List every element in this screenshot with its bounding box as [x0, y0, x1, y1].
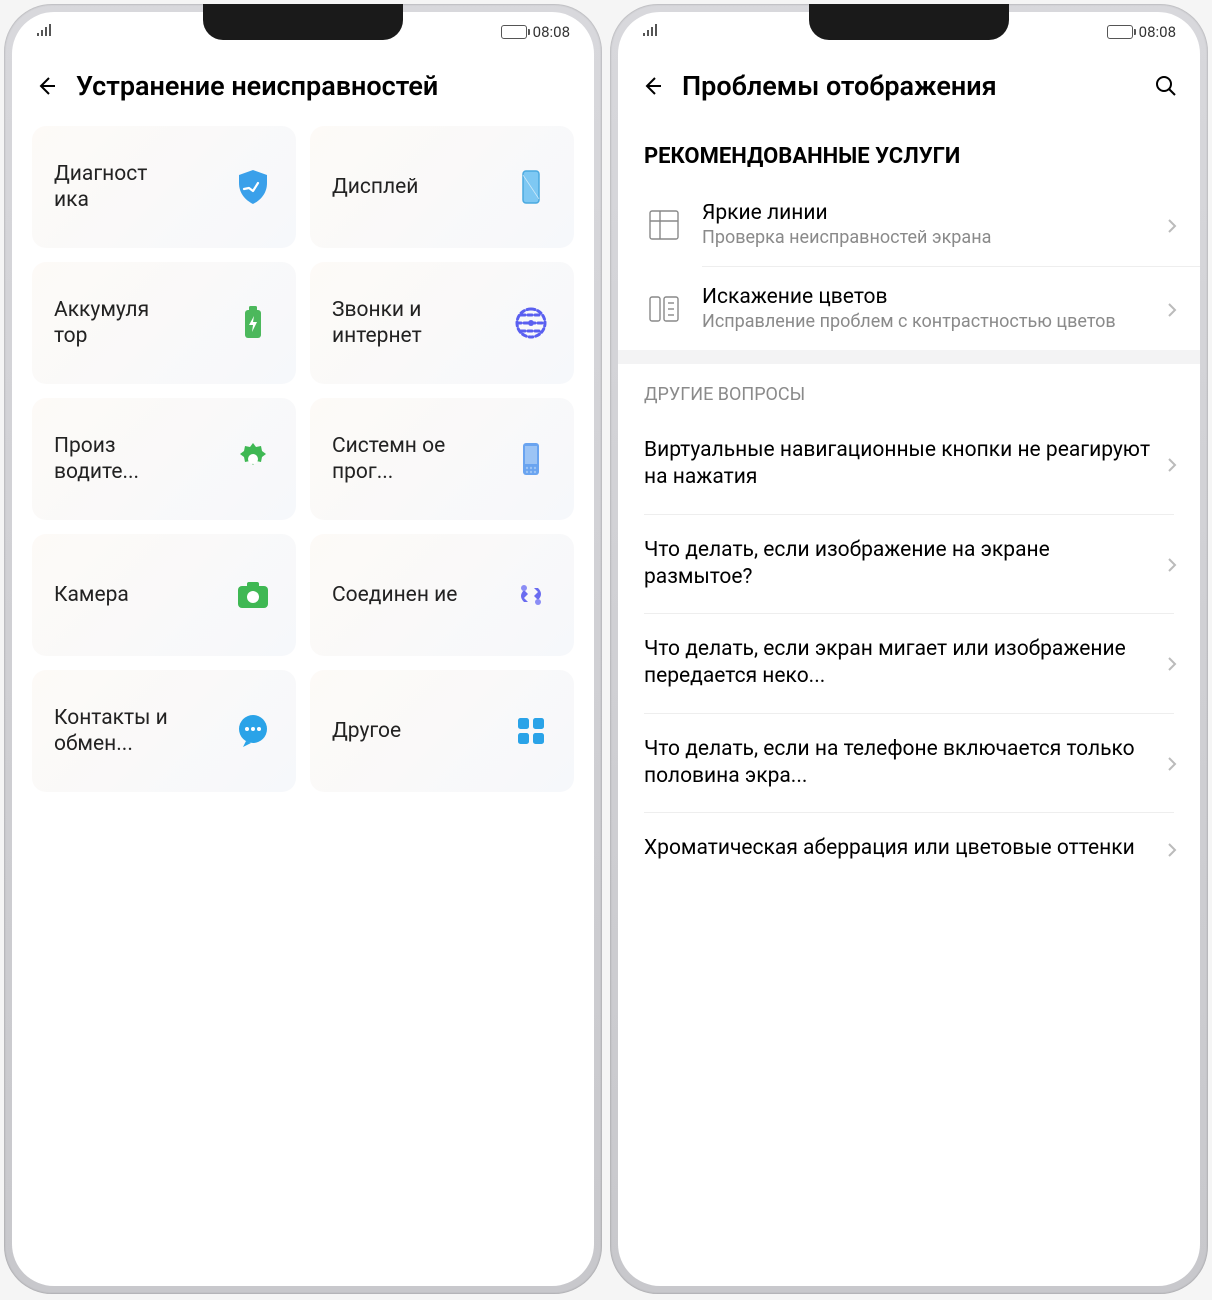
tile-other[interactable]: Другое	[310, 670, 574, 792]
service-title: Яркие линии	[702, 201, 1148, 225]
service-subtitle: Проверка неисправностей экрана	[702, 227, 1148, 248]
tile-display[interactable]: Дисплей	[310, 126, 574, 248]
section-gap	[618, 350, 1200, 364]
question-text: Что делать, если на телефоне включается …	[644, 736, 1154, 791]
tile-label: Соединен ие	[332, 582, 457, 608]
question-text: Что делать, если изображение на экране р…	[644, 537, 1154, 592]
service-bright-lines[interactable]: Яркие линии Проверка неисправностей экра…	[618, 183, 1200, 266]
question-row[interactable]: Хроматическая аберрация или цветовые отт…	[618, 813, 1200, 884]
link-icon	[510, 574, 552, 616]
tile-connection[interactable]: Соединен ие	[310, 534, 574, 656]
service-subtitle: Исправление проблем с контрастностью цве…	[702, 311, 1148, 332]
battery-tile-icon	[232, 302, 274, 344]
lines-icon	[644, 205, 684, 245]
question-row[interactable]: Виртуальные навигационные кнопки не реаг…	[618, 415, 1200, 514]
question-text: Виртуальные навигационные кнопки не реаг…	[644, 437, 1154, 492]
chevron-right-icon	[1166, 457, 1180, 471]
question-row[interactable]: Что делать, если на телефоне включается …	[618, 714, 1200, 813]
status-time: 08:08	[1139, 23, 1176, 41]
chevron-right-icon	[1166, 656, 1180, 670]
chevron-right-icon	[1166, 218, 1180, 232]
chevron-right-icon	[1166, 842, 1180, 856]
search-button[interactable]	[1152, 72, 1180, 100]
service-color-distortion[interactable]: Искажение цветов Исправление проблем с к…	[618, 267, 1200, 350]
status-time: 08:08	[533, 23, 570, 41]
category-grid: Диагност ика Дисплей Аккумуля тор Звонки…	[12, 126, 594, 792]
chat-icon	[232, 710, 274, 752]
chevron-right-icon	[1166, 302, 1180, 316]
phone-left: 08:08 Устранение неисправностей Диагност…	[4, 4, 602, 1294]
question-text: Что делать, если экран мигает или изобра…	[644, 636, 1154, 691]
tile-label: Произ водите...	[54, 433, 184, 486]
phone-icon	[510, 438, 552, 480]
globe-icon	[510, 302, 552, 344]
tile-label: Аккумуля тор	[54, 297, 184, 350]
phone-right: 08:08 Проблемы отображения РЕКОМЕНДОВАНН…	[610, 4, 1208, 1294]
tile-contacts[interactable]: Контакты и обмен...	[32, 670, 296, 792]
chevron-right-icon	[1166, 557, 1180, 571]
service-title: Искажение цветов	[702, 285, 1148, 309]
screen-left: 08:08 Устранение неисправностей Диагност…	[12, 12, 594, 1286]
other-questions-heading: ДРУГИЕ ВОПРОСЫ	[618, 364, 1200, 415]
shield-icon	[232, 166, 274, 208]
notch	[809, 4, 1009, 40]
tile-label: Контакты и обмен...	[54, 705, 184, 758]
camera-icon	[232, 574, 274, 616]
signal-icon	[642, 23, 662, 41]
back-button[interactable]	[32, 72, 60, 100]
screen-right: 08:08 Проблемы отображения РЕКОМЕНДОВАНН…	[618, 12, 1200, 1286]
header-left: Устранение неисправностей	[12, 52, 594, 126]
question-row[interactable]: Что делать, если экран мигает или изобра…	[618, 614, 1200, 713]
gear-icon	[232, 438, 274, 480]
signal-icon	[36, 23, 56, 41]
tile-calls-internet[interactable]: Звонки и интернет	[310, 262, 574, 384]
tile-label: Диагност ика	[54, 161, 184, 214]
tile-camera[interactable]: Камера	[32, 534, 296, 656]
display-icon	[510, 166, 552, 208]
contrast-icon	[644, 289, 684, 329]
battery-icon	[501, 25, 527, 39]
tile-performance[interactable]: Произ водите...	[32, 398, 296, 520]
tile-label: Другое	[332, 718, 401, 744]
question-text: Хроматическая аберрация или цветовые отт…	[644, 835, 1154, 862]
tile-diagnostics[interactable]: Диагност ика	[32, 126, 296, 248]
tile-label: Камера	[54, 582, 129, 608]
back-button[interactable]	[638, 72, 666, 100]
header-right: Проблемы отображения	[618, 52, 1200, 126]
tile-label: Системн ое прог...	[332, 433, 462, 486]
notch	[203, 4, 403, 40]
tile-system[interactable]: Системн ое прог...	[310, 398, 574, 520]
recommended-heading: РЕКОМЕНДОВАННЫЕ УСЛУГИ	[618, 126, 1200, 183]
grid-icon	[510, 710, 552, 752]
tile-label: Дисплей	[332, 174, 418, 200]
battery-icon	[1107, 25, 1133, 39]
tile-battery[interactable]: Аккумуля тор	[32, 262, 296, 384]
page-title: Устранение неисправностей	[76, 70, 574, 102]
chevron-right-icon	[1166, 756, 1180, 770]
question-row[interactable]: Что делать, если изображение на экране р…	[618, 515, 1200, 614]
tile-label: Звонки и интернет	[332, 297, 462, 350]
page-title: Проблемы отображения	[682, 70, 1136, 102]
